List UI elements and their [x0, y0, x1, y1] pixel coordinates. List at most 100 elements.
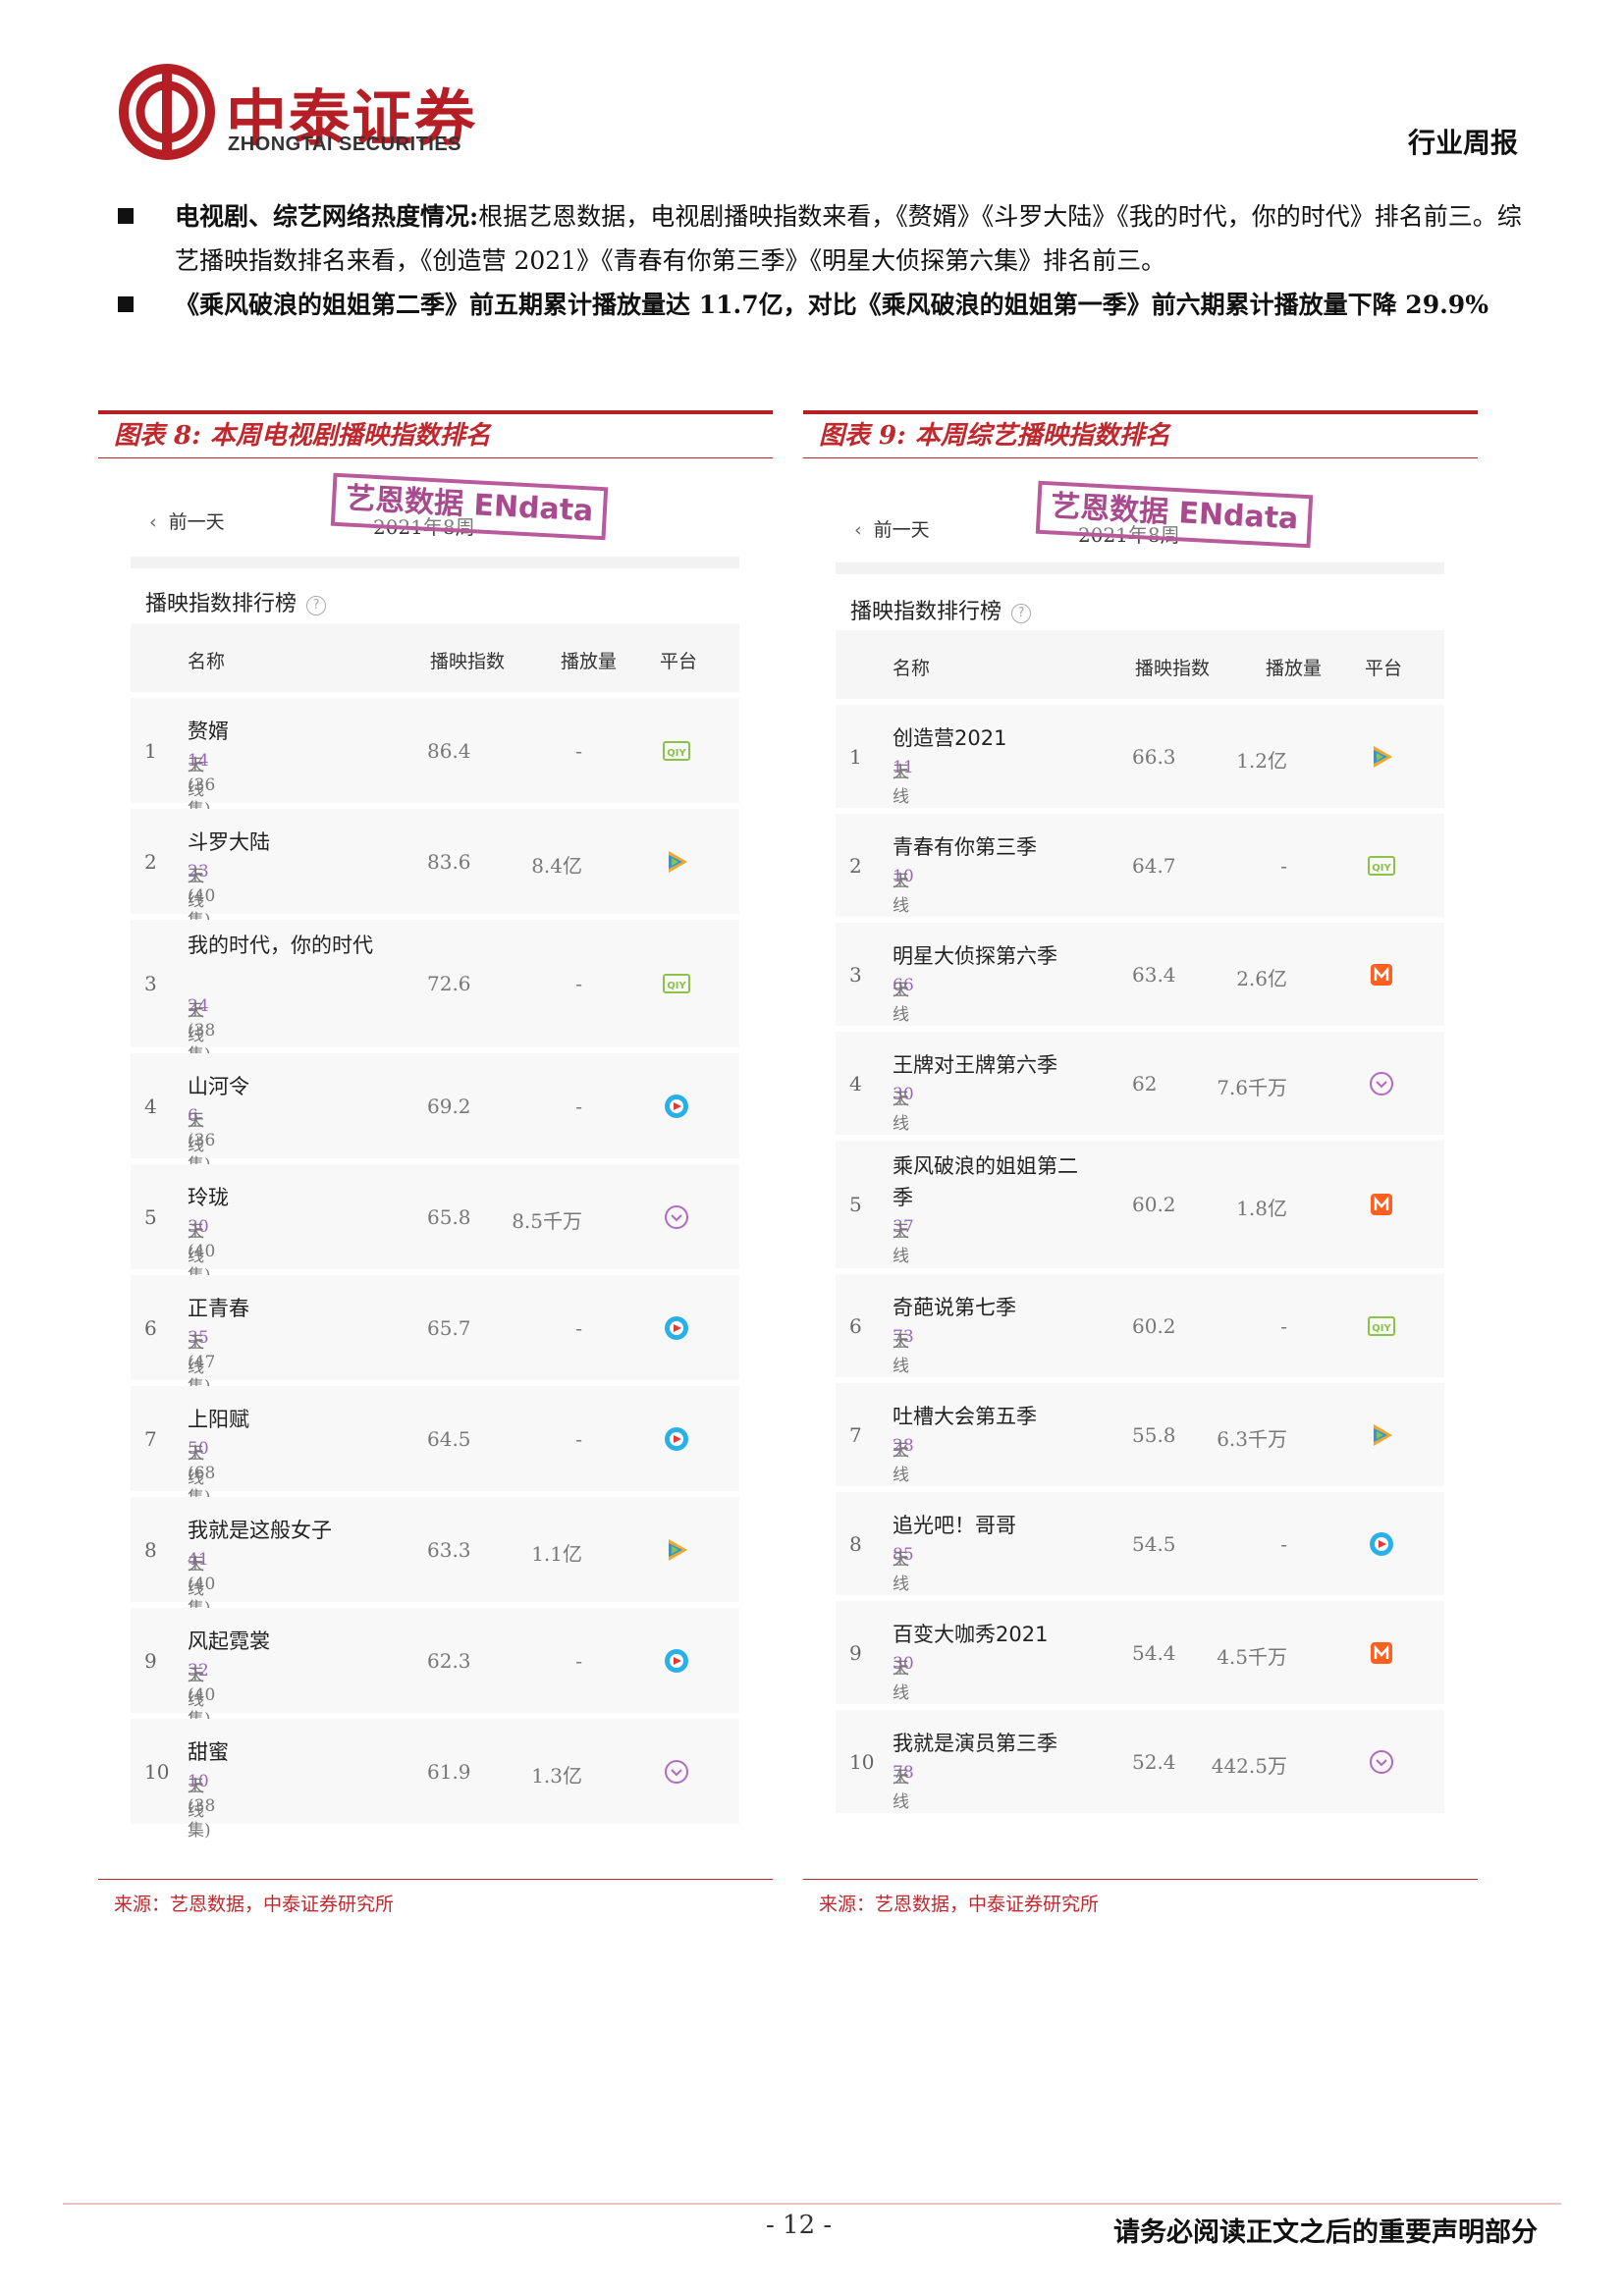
table-row[interactable]: 5 乘风破浪的姐姐第二季 上线 37 天 60.2 1.8亿: [836, 1141, 1444, 1268]
row-title: 奇葩说第七季: [893, 1296, 1016, 1319]
table-row[interactable]: 7上阳赋上线50天 (68集)64.5-: [131, 1386, 739, 1508]
row-title: 乘风破浪的姐姐第二季: [893, 1154, 1078, 1209]
iqiyi-icon: QIY: [662, 736, 691, 771]
help-icon[interactable]: ?: [1011, 604, 1032, 623]
table-row[interactable]: 3我的时代，你的时代上线24天 (38集)72.6-QIY: [131, 920, 739, 1065]
table-row[interactable]: 1 创造营2021 上线 11 天 66.3 1.2亿: [836, 705, 1444, 808]
figure-source: 来源：艺恩数据，中泰证券研究所: [819, 1894, 1100, 1915]
row-title: 我的时代，你的时代: [188, 934, 373, 957]
row-rank: 6: [849, 1314, 862, 1338]
row-views: 442.5万: [1211, 1754, 1287, 1778]
table-row[interactable]: 1赘婿上线14天 (36集)86.4-QIY: [131, 698, 739, 820]
row-views: 7.6千万: [1217, 1076, 1287, 1099]
row-index: 62: [1132, 1072, 1158, 1095]
table-row[interactable]: 2斗罗大陆上线23天 (40集)83.68.4亿: [131, 809, 739, 931]
row-views: -: [1280, 1314, 1287, 1338]
row-views: -: [575, 1427, 582, 1451]
table-header: 名称 播映指数 播放量 平台: [836, 630, 1444, 699]
row-views: 2.6亿: [1236, 967, 1287, 990]
row-rank: 8: [144, 1538, 157, 1562]
svg-text:QIY: QIY: [1372, 863, 1391, 874]
footer-divider: [63, 2203, 1561, 2205]
table-row[interactable]: 8 追光吧！哥哥 上线 85 天 54.5-: [836, 1492, 1444, 1595]
table-row[interactable]: 10 我就是演员第三季 上线 78 天 52.4 442.5万: [836, 1710, 1444, 1813]
ranking-table: 名称播映指数播放量平台1赘婿上线14天 (36集)86.4-QIY2斗罗大陆上线…: [131, 623, 739, 1841]
col-name: 名称: [188, 651, 226, 672]
prev-day-button[interactable]: ‹ 前一天: [854, 515, 930, 542]
row-rank: 7: [144, 1427, 157, 1451]
row-index: 62.3: [427, 1649, 471, 1673]
row-views: 1.3亿: [531, 1764, 582, 1788]
prev-day-label: 前一天: [168, 511, 225, 533]
table-row[interactable]: 6正青春上线35天 (47集)65.7-: [131, 1275, 739, 1397]
prev-day-button[interactable]: ‹ 前一天: [149, 507, 225, 534]
row-rank: 3: [144, 972, 157, 995]
table-row[interactable]: 9 百变大咖秀2021 上线 30 天 54.4 4.5千万: [836, 1601, 1444, 1704]
col-index: 播映指数: [1135, 658, 1211, 679]
youku-icon: [662, 1646, 691, 1681]
table-row[interactable]: 8我就是这般女子上线41天 (40集)63.31.1亿: [131, 1497, 739, 1619]
row-title: 风起霓裳: [188, 1629, 270, 1653]
row-title: 玲珑: [188, 1186, 229, 1209]
row-title: 吐槽大会第五季: [893, 1405, 1037, 1428]
row-index: 55.8: [1132, 1423, 1176, 1447]
bilibili-icon: [1367, 1069, 1396, 1103]
svg-text:QIY: QIY: [667, 981, 686, 991]
figure-tv-ranking: 图表 8: 本周电视剧播映指数排名 ‹ 前一天 2021年8周 艺恩数据 ENdata 播…: [98, 410, 773, 1916]
col-index: 播映指数: [430, 651, 506, 672]
row-views: 1.1亿: [531, 1542, 582, 1566]
help-icon[interactable]: ?: [306, 596, 327, 615]
row-views: -: [575, 972, 582, 995]
table-row[interactable]: 2 青春有你第三季 上线 10 天 64.7- QIY: [836, 814, 1444, 917]
row-index: 86.4: [427, 739, 471, 763]
row-title: 我就是这般女子: [188, 1519, 332, 1542]
row-views: 4.5千万: [1217, 1645, 1287, 1669]
section-divider: [836, 562, 1444, 574]
table-header: 名称 播映指数 播放量 平台: [131, 623, 739, 692]
table-row[interactable]: 7 吐槽大会第五季 上线 28 天 55.8 6.3千万: [836, 1383, 1444, 1486]
bullet-item: 电视剧、综艺网络热度情况:根据艺恩数据，电视剧播映指数来看，《赘婿》《斗罗大陆》…: [118, 194, 1522, 283]
row-rank: 9: [849, 1641, 862, 1665]
row-views: -: [575, 1095, 582, 1118]
row-index: 66.3: [1132, 745, 1176, 769]
youku-icon: [662, 1424, 691, 1459]
table-row[interactable]: 5玲珑上线30天 (40集)65.88.5千万: [131, 1164, 739, 1286]
row-index: 54.4: [1132, 1641, 1176, 1665]
table-row[interactable]: 3 明星大侦探第六季 上线 66 天 63.4 2.6亿: [836, 923, 1444, 1026]
bullet-square-icon: [118, 296, 134, 312]
row-views: 8.4亿: [531, 854, 582, 878]
app-screenshot: ‹ 前一天 2021年8周 艺恩数据 ENdata 播映指数排行榜? 名称 播映指数 播放量平…: [803, 458, 1478, 1879]
app-screenshot: ‹ 前一天 2021年8周 艺恩数据 ENdata 播映指数排行榜? 名称 播映指数 播放量平…: [98, 458, 773, 1879]
row-index: 72.6: [427, 972, 471, 995]
row-index: 54.5: [1132, 1532, 1176, 1556]
row-title: 赘婿: [188, 720, 229, 743]
row-title: 追光吧！哥哥: [893, 1514, 1016, 1537]
table-row[interactable]: 4 王牌对王牌第六季 上线 30 天 62 7.6千万: [836, 1032, 1444, 1135]
row-index: 60.2: [1132, 1193, 1176, 1216]
table-row[interactable]: 4山河令上线6天 (36集)69.2-: [131, 1053, 739, 1175]
row-rank: 10: [144, 1760, 170, 1784]
bullet-square-icon: [118, 208, 134, 224]
iqiyi-icon: QIY: [1367, 851, 1396, 885]
row-views: 1.8亿: [1236, 1197, 1287, 1220]
row-index: 83.6: [427, 850, 471, 874]
svg-text:QIY: QIY: [1372, 1323, 1391, 1334]
bilibili-icon: [662, 1757, 691, 1791]
row-index: 69.2: [427, 1095, 471, 1118]
tencent-video-icon: [1367, 1420, 1396, 1455]
table-row[interactable]: 9风起霓裳上线32天 (40集)62.3-: [131, 1608, 739, 1730]
figure-bottom-rule: [98, 1879, 773, 1880]
youku-icon: [662, 1313, 691, 1348]
mgtv-icon: [1367, 1638, 1396, 1673]
iqiyi-icon: QIY: [1367, 1311, 1396, 1346]
row-title: 创造营2021: [893, 726, 1007, 750]
table-row[interactable]: 10 甜蜜 上线 10 天 (38集) 61.9 1.3亿: [131, 1719, 739, 1841]
section-divider: [131, 557, 739, 568]
row-views: -: [575, 739, 582, 763]
ranking-title: 播映指数排行榜?: [850, 594, 1032, 625]
row-title: 甜蜜: [188, 1740, 229, 1764]
col-views: 播放量: [1266, 658, 1323, 679]
figure-title: 图表 9: 本周综艺播映指数排名: [803, 414, 1478, 458]
table-row[interactable]: 6 奇葩说第七季 上线 73 天 60.2- QIY: [836, 1274, 1444, 1377]
row-rank: 9: [144, 1649, 157, 1673]
